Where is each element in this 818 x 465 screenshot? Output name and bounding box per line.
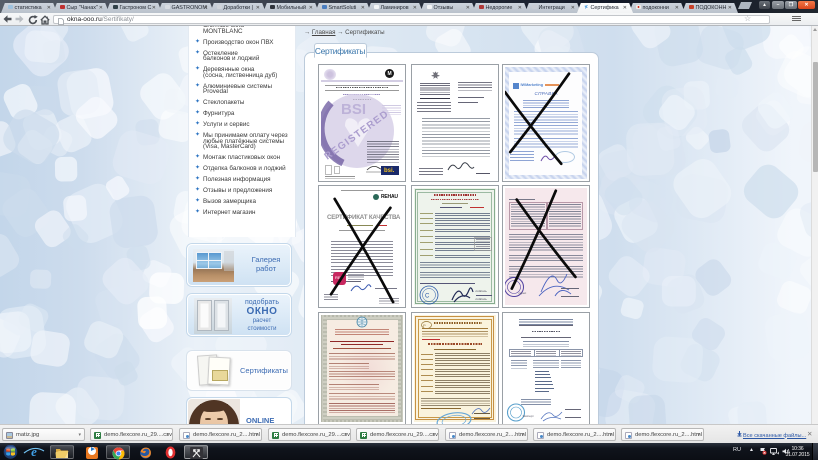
svg-text:C: C <box>425 294 430 300</box>
svg-text:BSI: BSI <box>341 101 366 118</box>
svg-text:P: P <box>423 323 426 328</box>
